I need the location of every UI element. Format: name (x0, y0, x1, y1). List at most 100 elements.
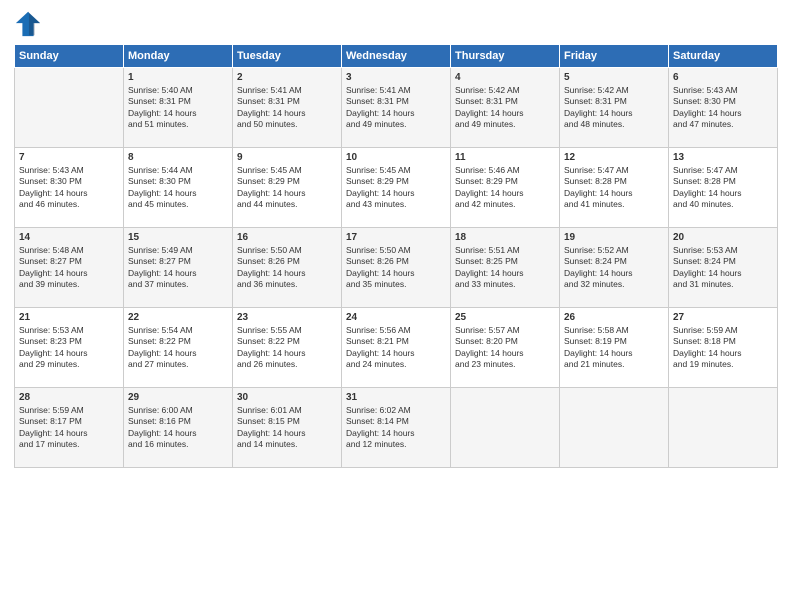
cell-4-5: 25Sunrise: 5:57 AM Sunset: 8:20 PM Dayli… (451, 308, 560, 388)
cell-info: Sunrise: 5:46 AM Sunset: 8:29 PM Dayligh… (455, 165, 555, 211)
cell-2-5: 11 Sunrise: 5:46 AM Sunset: 8:29 PM Dayli… (451, 148, 560, 228)
cell-3-5: 18 Sunrise: 5:51 AM Sunset: 8:25 PM Dayli… (451, 228, 560, 308)
week-row-3: 14 Sunrise: 5:48 AM Sunset: 8:27 PM Dayli… (15, 228, 778, 308)
day-number: 14 (19, 232, 119, 243)
cell-5-7 (669, 388, 778, 468)
logo (14, 10, 46, 38)
cell-4-6: 26 Sunrise: 5:58 AM Sunset: 8:19 PM Dayli… (560, 308, 669, 388)
page: SundayMondayTuesdayWednesdayThursdayFrid… (0, 0, 792, 612)
cell-info: Sunrise: 5:42 AM Sunset: 8:31 PM Dayligh… (564, 85, 664, 131)
cell-4-7: 27 Sunrise: 5:59 AM Sunset: 8:18 PM Dayli… (669, 308, 778, 388)
day-number: 20 (673, 232, 773, 243)
cell-info: Sunrise: 6:00 AM Sunset: 8:16 PM Dayligh… (128, 405, 228, 451)
cell-1-7: 6Sunrise: 5:43 AM Sunset: 8:30 PM Daylig… (669, 68, 778, 148)
cell-1-2: 1 Sunrise: 5:40 AM Sunset: 8:31 PM Daylig… (124, 68, 233, 148)
cell-info: Sunrise: 5:40 AM Sunset: 8:31 PM Dayligh… (128, 85, 228, 131)
col-header-sunday: Sunday (15, 45, 124, 68)
day-number: 24 (346, 312, 446, 323)
cell-info: Sunrise: 5:47 AM Sunset: 8:28 PM Dayligh… (673, 165, 773, 211)
col-header-thursday: Thursday (451, 45, 560, 68)
cell-1-5: 4 Sunrise: 5:42 AM Sunset: 8:31 PM Daylig… (451, 68, 560, 148)
cell-3-7: 20 Sunrise: 5:53 AM Sunset: 8:24 PM Dayli… (669, 228, 778, 308)
cell-2-4: 10 Sunrise: 5:45 AM Sunset: 8:29 PM Dayli… (342, 148, 451, 228)
cell-2-1: 7 Sunrise: 5:43 AM Sunset: 8:30 PM Daylig… (15, 148, 124, 228)
day-number: 17 (346, 232, 446, 243)
cell-info: Sunrise: 5:57 AM Sunset: 8:20 PM Dayligh… (455, 325, 555, 371)
day-number: 15 (128, 232, 228, 243)
cell-5-6 (560, 388, 669, 468)
week-row-4: 21 Sunrise: 5:53 AM Sunset: 8:23 PM Dayli… (15, 308, 778, 388)
cell-info: Sunrise: 5:45 AM Sunset: 8:29 PM Dayligh… (346, 165, 446, 211)
day-number: 11 (455, 152, 555, 163)
day-number: 1 (128, 72, 228, 83)
cell-5-1: 28 Sunrise: 5:59 AM Sunset: 8:17 PM Dayli… (15, 388, 124, 468)
col-header-wednesday: Wednesday (342, 45, 451, 68)
cell-info: Sunrise: 5:41 AM Sunset: 8:31 PM Dayligh… (237, 85, 337, 131)
week-row-1: 1 Sunrise: 5:40 AM Sunset: 8:31 PM Daylig… (15, 68, 778, 148)
cell-info: Sunrise: 6:01 AM Sunset: 8:15 PM Dayligh… (237, 405, 337, 451)
cell-info: Sunrise: 5:51 AM Sunset: 8:25 PM Dayligh… (455, 245, 555, 291)
cell-1-1 (15, 68, 124, 148)
week-row-2: 7 Sunrise: 5:43 AM Sunset: 8:30 PM Daylig… (15, 148, 778, 228)
day-number: 6 (673, 72, 773, 83)
cell-2-7: 13Sunrise: 5:47 AM Sunset: 8:28 PM Dayli… (669, 148, 778, 228)
day-number: 3 (346, 72, 446, 83)
cell-3-6: 19 Sunrise: 5:52 AM Sunset: 8:24 PM Dayli… (560, 228, 669, 308)
cell-info: Sunrise: 5:49 AM Sunset: 8:27 PM Dayligh… (128, 245, 228, 291)
cell-info: Sunrise: 5:48 AM Sunset: 8:27 PM Dayligh… (19, 245, 119, 291)
cell-4-1: 21 Sunrise: 5:53 AM Sunset: 8:23 PM Dayli… (15, 308, 124, 388)
day-number: 28 (19, 392, 119, 403)
cell-3-4: 17 Sunrise: 5:50 AM Sunset: 8:26 PM Dayli… (342, 228, 451, 308)
cell-2-6: 12Sunrise: 5:47 AM Sunset: 8:28 PM Dayli… (560, 148, 669, 228)
day-number: 23 (237, 312, 337, 323)
day-number: 30 (237, 392, 337, 403)
day-number: 27 (673, 312, 773, 323)
day-number: 31 (346, 392, 446, 403)
week-row-5: 28 Sunrise: 5:59 AM Sunset: 8:17 PM Dayli… (15, 388, 778, 468)
cell-4-4: 24Sunrise: 5:56 AM Sunset: 8:21 PM Dayli… (342, 308, 451, 388)
col-header-saturday: Saturday (669, 45, 778, 68)
col-header-monday: Monday (124, 45, 233, 68)
day-number: 8 (128, 152, 228, 163)
cell-4-3: 23 Sunrise: 5:55 AM Sunset: 8:22 PM Dayli… (233, 308, 342, 388)
day-number: 22 (128, 312, 228, 323)
cell-info: Sunrise: 5:53 AM Sunset: 8:24 PM Dayligh… (673, 245, 773, 291)
day-number: 7 (19, 152, 119, 163)
cell-5-3: 30 Sunrise: 6:01 AM Sunset: 8:15 PM Dayli… (233, 388, 342, 468)
day-number: 19 (564, 232, 664, 243)
day-number: 9 (237, 152, 337, 163)
cell-3-3: 16 Sunrise: 5:50 AM Sunset: 8:26 PM Dayli… (233, 228, 342, 308)
cell-info: Sunrise: 5:47 AM Sunset: 8:28 PM Dayligh… (564, 165, 664, 211)
day-number: 16 (237, 232, 337, 243)
cell-1-3: 2 Sunrise: 5:41 AM Sunset: 8:31 PM Daylig… (233, 68, 342, 148)
cell-info: Sunrise: 5:55 AM Sunset: 8:22 PM Dayligh… (237, 325, 337, 371)
cell-info: Sunrise: 5:58 AM Sunset: 8:19 PM Dayligh… (564, 325, 664, 371)
cell-5-5 (451, 388, 560, 468)
header-row: SundayMondayTuesdayWednesdayThursdayFrid… (15, 45, 778, 68)
day-number: 26 (564, 312, 664, 323)
cell-info: Sunrise: 5:54 AM Sunset: 8:22 PM Dayligh… (128, 325, 228, 371)
cell-info: Sunrise: 5:52 AM Sunset: 8:24 PM Dayligh… (564, 245, 664, 291)
cell-info: Sunrise: 5:45 AM Sunset: 8:29 PM Dayligh… (237, 165, 337, 211)
cell-info: Sunrise: 5:44 AM Sunset: 8:30 PM Dayligh… (128, 165, 228, 211)
cell-info: Sunrise: 5:59 AM Sunset: 8:17 PM Dayligh… (19, 405, 119, 451)
cell-info: Sunrise: 5:41 AM Sunset: 8:31 PM Dayligh… (346, 85, 446, 131)
day-number: 2 (237, 72, 337, 83)
cell-info: Sunrise: 5:50 AM Sunset: 8:26 PM Dayligh… (237, 245, 337, 291)
cell-info: Sunrise: 5:42 AM Sunset: 8:31 PM Dayligh… (455, 85, 555, 131)
day-number: 18 (455, 232, 555, 243)
day-number: 5 (564, 72, 664, 83)
cell-5-2: 29Sunrise: 6:00 AM Sunset: 8:16 PM Dayli… (124, 388, 233, 468)
cell-info: Sunrise: 5:50 AM Sunset: 8:26 PM Dayligh… (346, 245, 446, 291)
day-number: 10 (346, 152, 446, 163)
cell-1-4: 3 Sunrise: 5:41 AM Sunset: 8:31 PM Daylig… (342, 68, 451, 148)
cell-3-2: 15 Sunrise: 5:49 AM Sunset: 8:27 PM Dayli… (124, 228, 233, 308)
cell-info: Sunrise: 5:43 AM Sunset: 8:30 PM Dayligh… (19, 165, 119, 211)
cell-info: Sunrise: 5:59 AM Sunset: 8:18 PM Dayligh… (673, 325, 773, 371)
header (14, 10, 778, 38)
col-header-friday: Friday (560, 45, 669, 68)
cell-info: Sunrise: 5:53 AM Sunset: 8:23 PM Dayligh… (19, 325, 119, 371)
day-number: 4 (455, 72, 555, 83)
day-number: 21 (19, 312, 119, 323)
cell-3-1: 14 Sunrise: 5:48 AM Sunset: 8:27 PM Dayli… (15, 228, 124, 308)
